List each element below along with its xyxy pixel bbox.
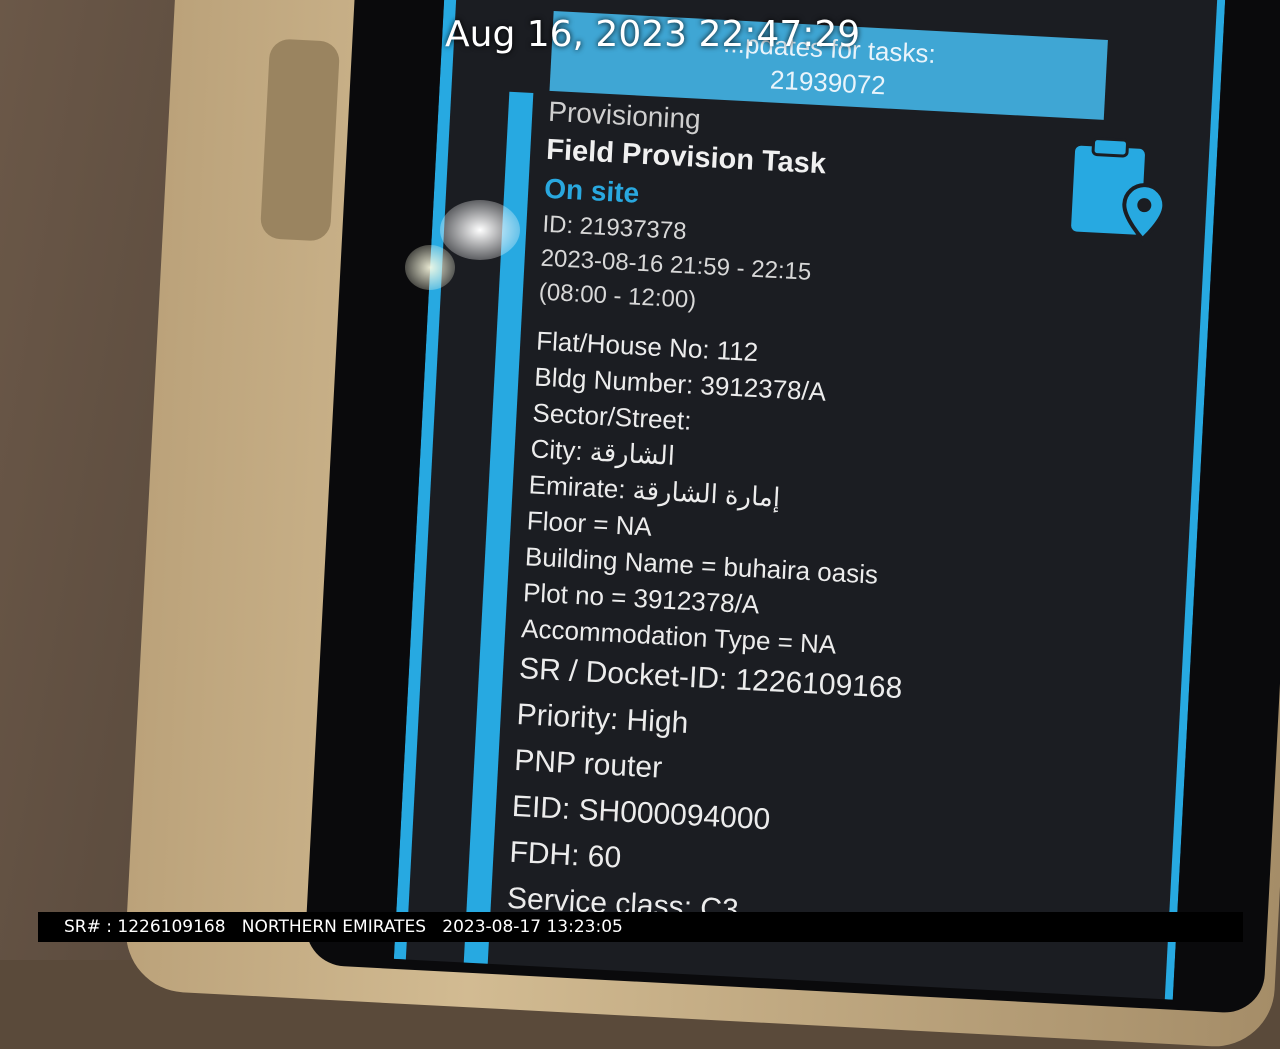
overlay-sr: SR# : 1226109168 [64, 917, 226, 937]
clipboard-location-icon [1062, 131, 1178, 247]
photo-timestamp: Aug 16, 2023 22:47:29 [445, 14, 861, 55]
task-card[interactable]: Provisioning Field Provision Task On sit… [462, 91, 1168, 1000]
info-overlay-bar: SR# : 1226109168 NORTHERN EMIRATES 2023-… [38, 912, 1243, 942]
task-card-body: Provisioning Field Provision Task On sit… [506, 94, 1149, 953]
overlay-region: NORTHERN EMIRATES [241, 917, 427, 937]
device-screen: ...pdates for tasks: 21939072 Provisioni… [393, 0, 1227, 1000]
overlay-datetime: 2023-08-17 13:23:05 [442, 917, 623, 937]
task-details: Flat/House No: 112 Bldg Number: 3912378/… [506, 323, 1137, 954]
light-glare [440, 200, 520, 260]
case-slot [259, 38, 341, 242]
light-glare-small [405, 245, 455, 290]
